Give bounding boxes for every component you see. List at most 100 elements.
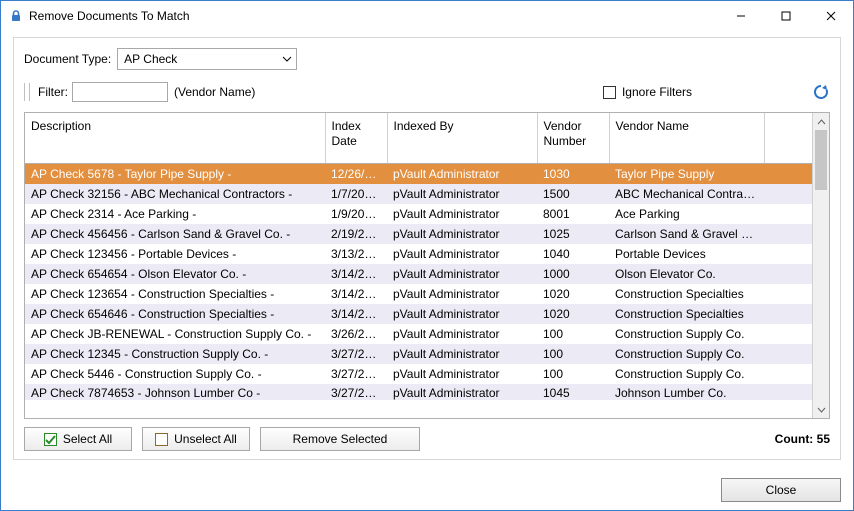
table-cell: AP Check 123456 - Portable Devices - bbox=[25, 244, 325, 264]
doc-type-row: Document Type: AP Check bbox=[24, 48, 830, 70]
table-cell: 3/27/20... bbox=[325, 344, 387, 364]
table-cell bbox=[764, 184, 812, 204]
table-row[interactable]: AP Check 456456 - Carlson Sand & Gravel … bbox=[25, 224, 812, 244]
table-row[interactable]: AP Check 2314 - Ace Parking -1/9/201...p… bbox=[25, 204, 812, 224]
table-cell: pVault Administrator bbox=[387, 324, 537, 344]
table-row[interactable]: AP Check 12345 - Construction Supply Co.… bbox=[25, 344, 812, 364]
close-button[interactable]: Close bbox=[721, 478, 841, 502]
filter-input[interactable] bbox=[72, 82, 168, 102]
table-row[interactable]: AP Check JB-RENEWAL - Construction Suppl… bbox=[25, 324, 812, 344]
table-cell bbox=[764, 284, 812, 304]
table-row[interactable]: AP Check 123456 - Portable Devices -3/13… bbox=[25, 244, 812, 264]
window-title: Remove Documents To Match bbox=[29, 9, 190, 23]
table-cell: pVault Administrator bbox=[387, 344, 537, 364]
checkbox-icon bbox=[603, 86, 616, 99]
table-cell: Carlson Sand & Gravel Co. bbox=[609, 224, 764, 244]
doc-type-select[interactable]: AP Check bbox=[117, 48, 297, 70]
table-cell bbox=[764, 264, 812, 284]
table-cell: Portable Devices bbox=[609, 244, 764, 264]
actions-row: Select All Unselect All Remove Selected … bbox=[24, 427, 830, 451]
remove-selected-label: Remove Selected bbox=[293, 432, 388, 446]
titlebar: Remove Documents To Match bbox=[1, 1, 853, 31]
table-cell: AP Check 456456 - Carlson Sand & Gravel … bbox=[25, 224, 325, 244]
ignore-filters-label: Ignore Filters bbox=[622, 85, 692, 99]
table-cell bbox=[764, 204, 812, 224]
table-cell: 3/13/20... bbox=[325, 244, 387, 264]
minimize-button[interactable] bbox=[718, 1, 763, 31]
table-cell: Construction Specialties bbox=[609, 304, 764, 324]
toolbar-grip bbox=[24, 83, 30, 101]
table-cell bbox=[764, 244, 812, 264]
table-cell: pVault Administrator bbox=[387, 364, 537, 384]
table-cell bbox=[764, 224, 812, 244]
table-row[interactable]: AP Check 654646 - Construction Specialti… bbox=[25, 304, 812, 324]
table-row[interactable]: AP Check 654654 - Olson Elevator Co. -3/… bbox=[25, 264, 812, 284]
table-cell: 3/14/20... bbox=[325, 284, 387, 304]
unselect-all-button[interactable]: Unselect All bbox=[142, 427, 250, 451]
check-icon bbox=[44, 433, 57, 446]
table-row[interactable]: AP Check 32156 - ABC Mechanical Contract… bbox=[25, 184, 812, 204]
table-row[interactable]: AP Check 7874653 - Johnson Lumber Co -3/… bbox=[25, 384, 812, 400]
filter-row: Filter: (Vendor Name) Ignore Filters bbox=[24, 82, 830, 102]
content-frame: Document Type: AP Check Filter: (Vendor … bbox=[13, 37, 841, 460]
scroll-thumb[interactable] bbox=[815, 130, 827, 190]
table-cell bbox=[764, 364, 812, 384]
col-description[interactable]: Description bbox=[25, 113, 325, 164]
table-cell: pVault Administrator bbox=[387, 244, 537, 264]
filter-label: Filter: bbox=[38, 85, 68, 99]
table-cell: 1500 bbox=[537, 184, 609, 204]
scroll-track[interactable] bbox=[813, 130, 829, 401]
table-cell: AP Check 7874653 - Johnson Lumber Co - bbox=[25, 384, 325, 400]
table-cell: 100 bbox=[537, 344, 609, 364]
table-cell: 3/26/20... bbox=[325, 324, 387, 344]
table-cell: 3/14/20... bbox=[325, 264, 387, 284]
table-cell: 1020 bbox=[537, 304, 609, 324]
select-all-label: Select All bbox=[63, 432, 112, 446]
col-vendor-name[interactable]: Vendor Name bbox=[609, 113, 764, 164]
count-display: Count: 55 bbox=[775, 432, 830, 446]
table-cell: AP Check 654654 - Olson Elevator Co. - bbox=[25, 264, 325, 284]
maximize-button[interactable] bbox=[763, 1, 808, 31]
table-row[interactable]: AP Check 123654 - Construction Specialti… bbox=[25, 284, 812, 304]
scroll-up-icon[interactable] bbox=[813, 113, 829, 130]
table-cell: ABC Mechanical Contractors bbox=[609, 184, 764, 204]
table-cell bbox=[764, 304, 812, 324]
table-cell: pVault Administrator bbox=[387, 384, 537, 400]
scroll-down-icon[interactable] bbox=[813, 401, 829, 418]
table-cell: 1045 bbox=[537, 384, 609, 400]
col-indexed-by[interactable]: Indexed By bbox=[387, 113, 537, 164]
table-cell bbox=[764, 324, 812, 344]
ignore-filters-checkbox[interactable]: Ignore Filters bbox=[603, 85, 692, 99]
table-cell: pVault Administrator bbox=[387, 164, 537, 185]
table-cell: 3/27/20... bbox=[325, 364, 387, 384]
table-cell: 3/14/20... bbox=[325, 304, 387, 324]
table-cell: 2/19/20... bbox=[325, 224, 387, 244]
table-row[interactable]: AP Check 5446 - Construction Supply Co. … bbox=[25, 364, 812, 384]
table-cell: Construction Supply Co. bbox=[609, 364, 764, 384]
close-window-button[interactable] bbox=[808, 1, 853, 31]
table-cell: pVault Administrator bbox=[387, 184, 537, 204]
refresh-button[interactable] bbox=[812, 83, 830, 101]
filter-hint: (Vendor Name) bbox=[174, 85, 255, 99]
window: Remove Documents To Match Document Type:… bbox=[0, 0, 854, 511]
vertical-scrollbar[interactable] bbox=[812, 113, 829, 418]
table-cell: 1040 bbox=[537, 244, 609, 264]
table-cell bbox=[764, 344, 812, 364]
col-index-date[interactable]: Index Date bbox=[325, 113, 387, 164]
table-cell: Construction Supply Co. bbox=[609, 344, 764, 364]
table-cell: AP Check JB-RENEWAL - Construction Suppl… bbox=[25, 324, 325, 344]
remove-selected-button[interactable]: Remove Selected bbox=[260, 427, 420, 451]
table-cell: 100 bbox=[537, 324, 609, 344]
table-cell: 8001 bbox=[537, 204, 609, 224]
col-vendor-number[interactable]: Vendor Number bbox=[537, 113, 609, 164]
table-header-row: Description Index Date Indexed By Vendor… bbox=[25, 113, 812, 164]
table-cell: 1020 bbox=[537, 284, 609, 304]
table-cell: AP Check 123654 - Construction Specialti… bbox=[25, 284, 325, 304]
table-cell: Construction Supply Co. bbox=[609, 324, 764, 344]
table-cell: 3/27/20... bbox=[325, 384, 387, 400]
table-cell: Ace Parking bbox=[609, 204, 764, 224]
close-row: Close bbox=[1, 472, 853, 510]
select-all-button[interactable]: Select All bbox=[24, 427, 132, 451]
table-row[interactable]: AP Check 5678 - Taylor Pipe Supply -12/2… bbox=[25, 164, 812, 185]
doc-type-value: AP Check bbox=[124, 52, 177, 66]
